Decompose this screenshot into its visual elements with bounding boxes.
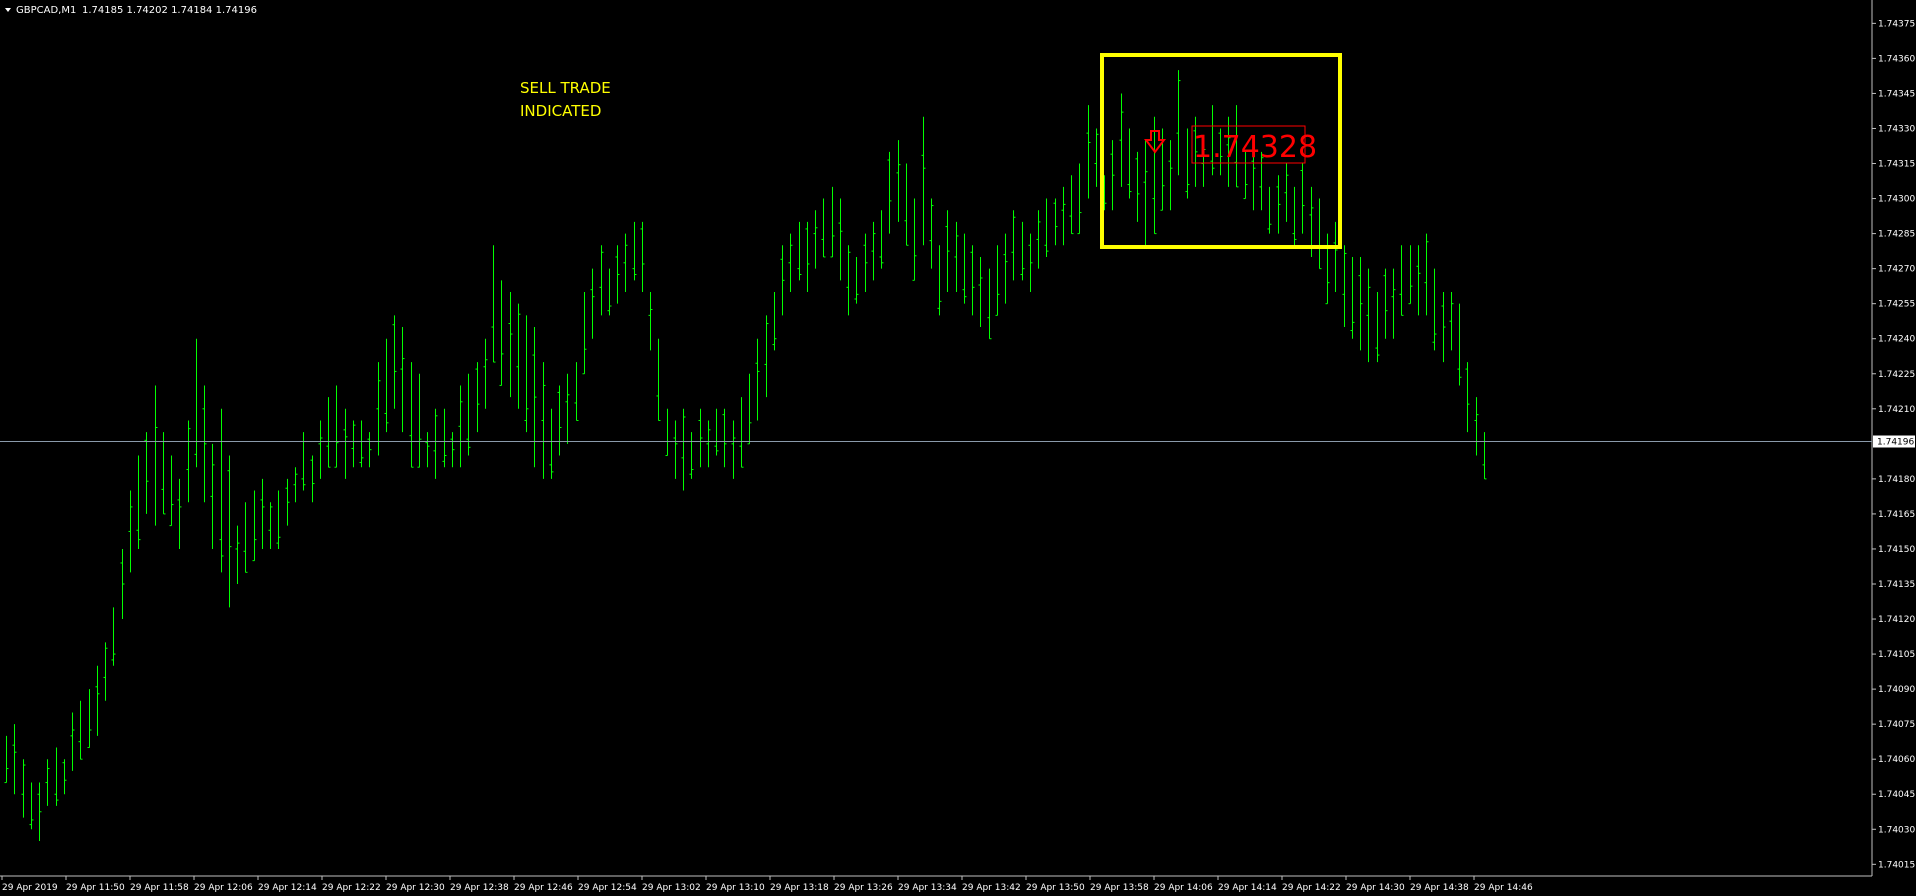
- y-tick-label: 1.74045: [1878, 790, 1915, 800]
- y-tick-label: 1.74105: [1878, 650, 1915, 660]
- price-chart[interactable]: GBPCAD,M1 1.74185 1.74202 1.74184 1.7419…: [0, 0, 1916, 896]
- x-tick-label: 29 Apr 13:10: [706, 883, 765, 893]
- y-tick-label: 1.74015: [1878, 860, 1915, 870]
- y-tick-label: 1.74120: [1878, 615, 1915, 625]
- x-tick-label: 29 Apr 14:22: [1282, 883, 1341, 893]
- x-tick-label: 29 Apr 12:30: [386, 883, 445, 893]
- x-tick-label: 29 Apr 11:50: [66, 883, 125, 893]
- y-tick-label: 1.74360: [1878, 54, 1915, 64]
- y-tick-label: 1.74225: [1878, 370, 1915, 380]
- x-tick-label: 29 Apr 13:50: [1026, 883, 1085, 893]
- x-tick-label: 29 Apr 13:34: [898, 883, 957, 893]
- x-tick-label: 29 Apr 12:14: [258, 883, 317, 893]
- y-tick-label: 1.74240: [1878, 335, 1915, 345]
- y-tick-label: 1.74315: [1878, 160, 1915, 170]
- y-tick-label: 1.74300: [1878, 195, 1915, 205]
- sell-trade-text-line2: INDICATED: [520, 102, 601, 120]
- y-tick-label: 1.74210: [1878, 405, 1915, 415]
- x-tick-label: 29 Apr 11:58: [130, 883, 189, 893]
- y-tick-label: 1.74180: [1878, 475, 1915, 485]
- y-tick-label: 1.74255: [1878, 300, 1915, 310]
- y-tick-label: 1.74090: [1878, 685, 1915, 695]
- y-tick-label: 1.74345: [1878, 89, 1915, 99]
- x-tick-label: 29 Apr 14:30: [1346, 883, 1405, 893]
- ohlc-values: 1.74185 1.74202 1.74184 1.74196: [82, 5, 257, 16]
- current-price-label: 1.74196: [1877, 438, 1914, 448]
- x-tick-label: 29 Apr 13:02: [642, 883, 701, 893]
- x-tick-label: 29 Apr 14:14: [1218, 883, 1277, 893]
- y-tick-label: 1.74165: [1878, 510, 1915, 520]
- symbol-label: GBPCAD,M1: [16, 5, 76, 16]
- x-tick-label: 29 Apr 13:26: [834, 883, 893, 893]
- x-tick-label: 29 Apr 12:22: [322, 883, 381, 893]
- x-tick-label: 29 Apr 12:06: [194, 883, 253, 893]
- y-tick-label: 1.74060: [1878, 755, 1915, 765]
- chart-window[interactable]: GBPCAD,M1 1.74185 1.74202 1.74184 1.7419…: [0, 0, 1916, 896]
- sell-trade-text-line1: SELL TRADE: [520, 79, 611, 97]
- price-label: 1.74328: [1193, 130, 1317, 165]
- chart-background: [0, 0, 1916, 896]
- x-tick-label: 29 Apr 12:38: [450, 883, 509, 893]
- y-tick-label: 1.74075: [1878, 720, 1915, 730]
- y-tick-label: 1.74150: [1878, 545, 1915, 555]
- y-tick-label: 1.74375: [1878, 19, 1915, 29]
- y-tick-label: 1.74270: [1878, 265, 1915, 275]
- x-tick-label: 29 Apr 13:18: [770, 883, 829, 893]
- y-tick-label: 1.74285: [1878, 230, 1915, 240]
- x-tick-label: 29 Apr 14:46: [1474, 883, 1533, 893]
- y-tick-label: 1.74135: [1878, 580, 1915, 590]
- x-tick-label: 29 Apr 14:06: [1154, 883, 1213, 893]
- x-tick-label: 29 Apr 12:54: [578, 883, 637, 893]
- x-tick-label: 29 Apr 12:46: [514, 883, 573, 893]
- y-tick-label: 1.74330: [1878, 124, 1915, 134]
- x-tick-label: 29 Apr 2019: [2, 883, 58, 893]
- y-tick-label: 1.74030: [1878, 825, 1915, 835]
- x-tick-label: 29 Apr 13:42: [962, 883, 1021, 893]
- x-tick-label: 29 Apr 13:58: [1090, 883, 1149, 893]
- x-tick-label: 29 Apr 14:38: [1410, 883, 1469, 893]
